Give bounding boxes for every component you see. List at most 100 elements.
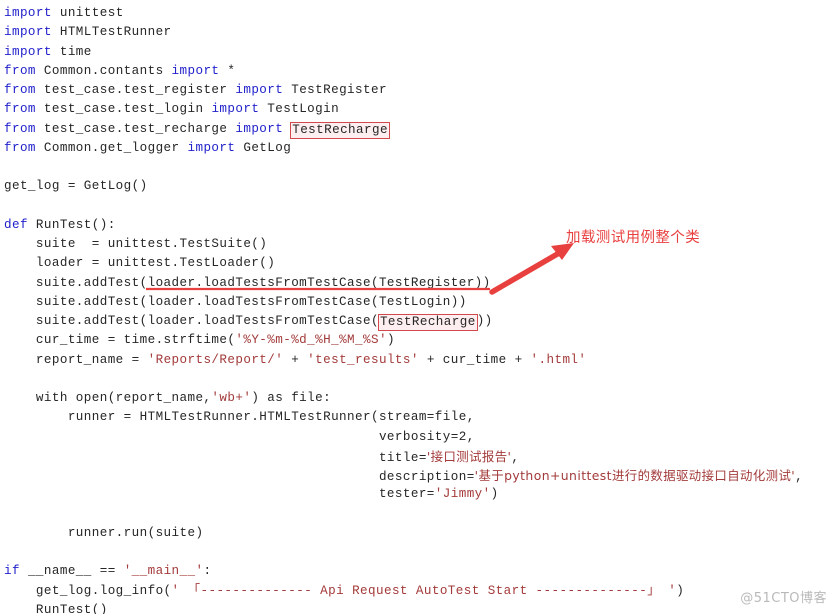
code-token: title= xyxy=(4,450,427,465)
code-token: tester= xyxy=(4,487,435,502)
code-token: )) xyxy=(476,314,493,328)
code-token: , xyxy=(795,470,804,484)
code-token: HTMLTestRunner xyxy=(51,25,172,40)
code-line: def RunTest(): xyxy=(4,216,833,235)
code-token: + cur_time + xyxy=(418,352,531,367)
code-token: unittest xyxy=(51,6,124,20)
code-token: Common.contants xyxy=(35,63,172,78)
code-token: description= xyxy=(4,470,475,484)
code-token: report_name = xyxy=(4,352,148,367)
code-token: from xyxy=(4,63,36,78)
code-line: runner = HTMLTestRunner.HTMLTestRunner(s… xyxy=(4,408,833,427)
code-token: 'wb+' xyxy=(211,391,252,405)
annotation-note-text: 加载测试用例整个类 xyxy=(566,230,701,246)
code-token: import xyxy=(4,44,52,59)
code-token: verbosity=2, xyxy=(4,429,475,444)
code-token: suite = unittest.TestSuite() xyxy=(4,237,268,251)
code-token: import xyxy=(235,121,284,136)
code-token: ) xyxy=(490,487,499,502)
code-token: suite.addTest(loader.loadTestsFromTestCa… xyxy=(4,294,467,309)
code-token: '%Y-%m-%d_%H_%M_%S' xyxy=(235,333,387,348)
code-line: from test_case.test_recharge import Test… xyxy=(4,120,833,139)
code-token: GetLog xyxy=(235,140,292,155)
code-token: import xyxy=(4,25,52,40)
code-token: from xyxy=(4,140,36,155)
code-token: loader = unittest.TestLoader() xyxy=(4,256,276,271)
code-token: ) as file: xyxy=(251,391,332,405)
code-token: TestRegister xyxy=(283,83,387,97)
code-line: import unittest xyxy=(4,4,833,23)
code-token: def xyxy=(4,217,28,232)
code-token: Common.get_logger xyxy=(35,140,188,155)
code-line: from test_case.test_login import TestLog… xyxy=(4,100,833,119)
code-line: if __name__ == '__main__': xyxy=(4,562,833,581)
code-token: ) xyxy=(386,333,395,348)
code-token: ' 「-------------- Api Request AutoTest S… xyxy=(171,583,677,598)
code-token: from xyxy=(4,83,36,97)
code-line: from Common.contants import * xyxy=(4,62,833,81)
code-token: suite.addTest(loader.loadTestsFromTestCa… xyxy=(4,275,491,290)
code-token: cur_time = time.strftime( xyxy=(4,333,236,348)
code-token: with open(report_name, xyxy=(4,391,212,405)
code-token: RunTest() xyxy=(4,602,108,614)
code-token: test_case.test_recharge xyxy=(35,121,236,136)
code-line: title='接口测试报告', xyxy=(4,447,833,466)
code-line: report_name = 'Reports/Report/' + 'test_… xyxy=(4,351,833,370)
code-line: suite.addTest(loader.loadTestsFromTestCa… xyxy=(4,293,833,312)
code-token: get_log.log_info( xyxy=(4,583,172,598)
code-line: tester='Jimmy') xyxy=(4,485,833,504)
code-token: from xyxy=(4,102,36,117)
code-line: suite.addTest(loader.loadTestsFromTestCa… xyxy=(4,312,833,331)
code-line: suite = unittest.TestSuite() xyxy=(4,235,833,254)
code-token: 'Jimmy' xyxy=(434,487,491,502)
code-token: time xyxy=(51,44,92,59)
code-token: '接口测试报告' xyxy=(426,448,512,464)
code-line: import HTMLTestRunner xyxy=(4,23,833,42)
code-screenshot: import unittest import HTMLTestRunner impo… xyxy=(0,0,837,614)
code-line: runner.run(suite) xyxy=(4,524,833,543)
code-token: suite.addTest(loader.loadTestsFromTestCa… xyxy=(4,314,379,328)
code-token: '.html' xyxy=(530,352,587,367)
code-listing: import unittest import HTMLTestRunner impo… xyxy=(4,4,833,614)
watermark-label: @51CTO博客 xyxy=(740,591,827,606)
code-token: * xyxy=(219,63,236,78)
code-token: TestLogin xyxy=(259,102,340,117)
code-line: from Common.get_logger import GetLog xyxy=(4,139,833,158)
code-token: ) xyxy=(676,583,685,598)
code-token: import xyxy=(187,140,236,155)
code-token: __name__ == xyxy=(19,564,124,579)
code-token: '基于python+unittest进行的数据驱动接口自动化测试' xyxy=(474,468,796,483)
code-line: from test_case.test_register import Test… xyxy=(4,81,833,100)
code-token: test_case.test_login xyxy=(35,102,212,117)
code-line: import time xyxy=(4,43,833,62)
highlighted-token-box: TestRecharge xyxy=(377,314,478,331)
code-token: 'Reports/Report/' xyxy=(147,352,284,367)
code-token: , xyxy=(511,450,520,465)
code-token: '__main__' xyxy=(123,564,204,579)
code-token: : xyxy=(203,564,212,579)
code-token: RunTest(): xyxy=(27,217,116,232)
code-token: import xyxy=(171,63,220,78)
code-line: get_log = GetLog() xyxy=(4,177,833,196)
code-line: get_log.log_info(' 「-------------- Api R… xyxy=(4,582,833,601)
code-line: description='基于python+unittest进行的数据驱动接口自… xyxy=(4,466,833,485)
code-line: loader = unittest.TestLoader() xyxy=(4,254,833,273)
code-line: RunTest() xyxy=(4,601,833,614)
code-token: 'test_results' xyxy=(307,352,419,367)
highlighted-token-box: TestRecharge xyxy=(290,121,390,139)
code-line: verbosity=2, xyxy=(4,428,833,447)
code-token: import xyxy=(4,6,52,20)
code-token: + xyxy=(283,352,308,367)
code-token: from xyxy=(4,121,36,136)
code-token: import xyxy=(235,83,284,97)
code-line: cur_time = time.strftime('%Y-%m-%d_%H_%M… xyxy=(4,331,833,350)
code-token: runner = HTMLTestRunner.HTMLTestRunner(s… xyxy=(4,410,475,425)
code-line: suite.addTest(loader.loadTestsFromTestCa… xyxy=(4,274,833,293)
code-line: with open(report_name,'wb+') as file: xyxy=(4,389,833,408)
code-token: if xyxy=(4,564,20,579)
code-token: get_log = GetLog() xyxy=(4,179,148,194)
